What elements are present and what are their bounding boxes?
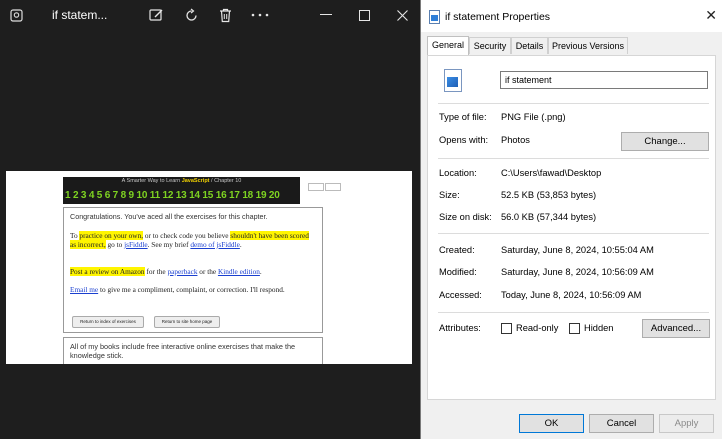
- type-of-file-label: Type of file:: [439, 112, 487, 122]
- dialog-close-icon[interactable]: ✕: [705, 8, 717, 24]
- file-name-field[interactable]: if statement: [500, 71, 708, 89]
- viewer-file-title: if statem...: [52, 8, 108, 22]
- photos-viewer-window: if statem... A Smarter Way to Learn Java…: [0, 0, 420, 439]
- size-on-disk-label: Size on disk:: [439, 212, 492, 222]
- hidden-label: Hidden: [584, 323, 614, 333]
- size-on-disk-value: 56.0 KB (57,344 bytes): [501, 212, 597, 222]
- photos-app-icon: [8, 7, 24, 23]
- tab-previous-versions[interactable]: Previous Versions: [548, 37, 628, 54]
- png-file-icon: [429, 10, 440, 24]
- divider: [438, 233, 709, 234]
- tab-security[interactable]: Security: [469, 37, 511, 54]
- divider: [438, 103, 709, 104]
- created-value: Saturday, June 8, 2024, 10:55:04 AM: [501, 245, 654, 255]
- image-chapter-numbers: 1 2 3 4 5 6 7 8 9 10 11 12 13 14 15 16 1…: [65, 190, 280, 201]
- hidden-checkbox[interactable]: [569, 323, 580, 334]
- accessed-value: Today, June 8, 2024, 10:56:09 AM: [501, 290, 642, 300]
- attributes-label: Attributes:: [439, 323, 481, 333]
- advanced-button[interactable]: Advanced...: [642, 319, 710, 338]
- image-books-box: All of my books include free interactive…: [63, 337, 323, 364]
- rotate-icon[interactable]: [183, 7, 199, 23]
- created-label: Created:: [439, 245, 475, 255]
- image-header-text: A Smarter Way to Learn JavaScript / Chap…: [121, 178, 242, 184]
- minimize-icon[interactable]: [318, 7, 334, 23]
- delete-icon[interactable]: [217, 7, 233, 23]
- image-congrats-text: Congratulations. You've aced all the exe…: [70, 212, 268, 221]
- image-practice-paragraph: To practice on your own, or to check cod…: [70, 231, 309, 249]
- image-return-index-button: Return to index of exercises: [72, 316, 144, 328]
- read-only-checkbox[interactable]: [501, 323, 512, 334]
- displayed-image: A Smarter Way to Learn JavaScript / Chap…: [6, 171, 412, 364]
- dialog-title: if statement Properties: [445, 11, 551, 23]
- apply-button[interactable]: Apply: [659, 414, 714, 433]
- maximize-icon[interactable]: [356, 7, 372, 23]
- edit-image-icon[interactable]: [148, 7, 164, 23]
- location-label: Location:: [439, 168, 477, 178]
- properties-dialog: if statement Properties ✕ General Securi…: [420, 0, 722, 439]
- accessed-label: Accessed:: [439, 290, 482, 300]
- cancel-button[interactable]: Cancel: [589, 414, 654, 433]
- image-books-text: All of my books include free interactive…: [70, 342, 296, 360]
- modified-value: Saturday, June 8, 2024, 10:56:09 AM: [501, 267, 654, 277]
- modified-label: Modified:: [439, 267, 477, 277]
- type-of-file-value: PNG File (.png): [501, 112, 566, 122]
- size-value: 52.5 KB (53,853 bytes): [501, 190, 597, 200]
- more-icon[interactable]: [250, 7, 270, 23]
- image-page-tabs: [308, 178, 342, 196]
- opens-with-label: Opens with:: [439, 135, 489, 145]
- viewer-title-bar: if statem...: [0, 0, 420, 30]
- location-value: C:\Users\fawad\Desktop: [501, 168, 602, 178]
- tab-details[interactable]: Details: [511, 37, 548, 54]
- image-email-paragraph: Email me to give me a compliment, compla…: [70, 285, 285, 294]
- close-icon[interactable]: [394, 7, 410, 23]
- ok-button[interactable]: OK: [519, 414, 584, 433]
- read-only-label: Read-only: [516, 323, 559, 333]
- image-congrats-box: Congratulations. You've aced all the exe…: [63, 207, 323, 333]
- divider: [438, 312, 709, 313]
- size-label: Size:: [439, 190, 460, 200]
- image-page-header: A Smarter Way to Learn JavaScript / Chap…: [63, 177, 300, 204]
- tab-general[interactable]: General: [427, 36, 469, 55]
- image-review-paragraph: Post a review on Amazon for the paperbac…: [70, 267, 262, 276]
- divider: [438, 158, 709, 159]
- dialog-title-bar: if statement Properties ✕: [421, 0, 722, 32]
- image-return-home-button: Return to site home page: [154, 316, 220, 328]
- general-tab-panel: if statement Type of file: PNG File (.pn…: [427, 55, 716, 400]
- opens-with-value: Photos: [501, 135, 530, 145]
- change-button[interactable]: Change...: [621, 132, 709, 151]
- file-type-icon: [444, 69, 462, 92]
